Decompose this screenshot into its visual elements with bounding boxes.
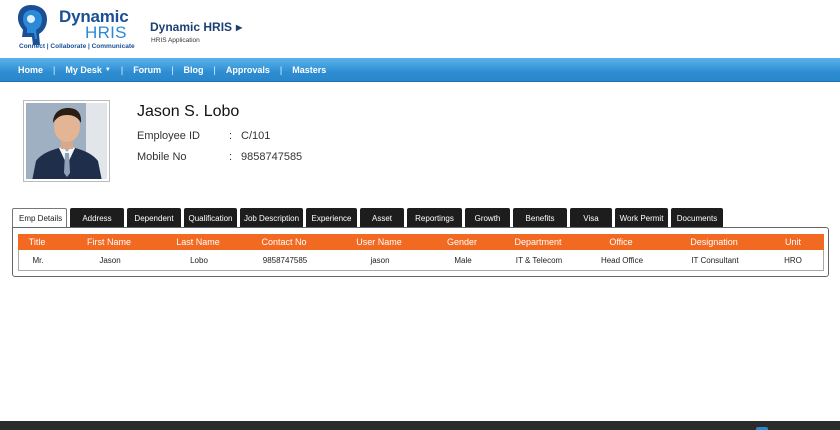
mobile-label: Mobile No (137, 151, 187, 163)
column-header-gender[interactable]: Gender (424, 237, 500, 247)
app-subtitle: HRIS Application (151, 37, 200, 44)
logo-tagline: Connect | Collaborate | Communicate (19, 43, 135, 50)
tab-qualification[interactable]: Qualification (184, 208, 237, 228)
employee-details-table: Title First Name Last Name Contact No Us… (18, 234, 824, 271)
emp-details-panel: Title First Name Last Name Contact No Us… (12, 227, 829, 277)
column-header-unit[interactable]: Unit (762, 237, 824, 247)
tab-asset[interactable]: Asset (360, 208, 404, 228)
cell-designation: IT Consultant (691, 255, 739, 265)
colon: : (229, 130, 233, 142)
nav-separator: | (279, 65, 283, 75)
tab-work-permit[interactable]: Work Permit (615, 208, 668, 228)
column-header-first-name[interactable]: First Name (56, 237, 162, 247)
cell-department: IT & Telecom (515, 255, 563, 265)
employee-id-row: Employee ID : C/101 (137, 130, 270, 142)
nav-home[interactable]: Home (18, 65, 43, 75)
mobile-row: Mobile No : 9858747585 (137, 151, 302, 163)
nav-masters[interactable]: Masters (292, 65, 326, 75)
main-nav: Home | My Desk ▼ | Forum | Blog | Approva… (0, 58, 840, 82)
cell-unit: HRO (784, 255, 802, 265)
dynamic-hris-logo[interactable]: Dynamic HRIS Connect | Collaborate | Com… (17, 4, 135, 54)
tab-emp-details[interactable]: Emp Details (12, 208, 67, 229)
cell-first-name: Jason (99, 255, 121, 265)
tab-documents[interactable]: Documents (671, 208, 723, 228)
tab-job-description[interactable]: Job Description (240, 208, 303, 228)
column-header-office[interactable]: Office (576, 237, 666, 247)
column-header-user-name[interactable]: User Name (334, 237, 424, 247)
nav-separator: | (171, 65, 174, 75)
cell-office: Head Office (600, 255, 644, 265)
cell-last-name: Lobo (190, 255, 208, 265)
cell-contact-no: 9858747585 (262, 255, 308, 265)
tab-experience[interactable]: Experience (306, 208, 357, 228)
page-footer (0, 421, 840, 430)
nav-blog[interactable]: Blog (184, 65, 204, 75)
employee-id-value: C/101 (241, 130, 271, 142)
nav-forum[interactable]: Forum (133, 65, 161, 75)
employee-photo (23, 100, 110, 182)
column-header-contact-no[interactable]: Contact No (234, 237, 334, 247)
cell-gender: Male (454, 255, 472, 265)
tab-address[interactable]: Address (70, 208, 124, 228)
logo-word-hris: HRIS (85, 23, 127, 42)
cell-title: Mr. (32, 255, 44, 265)
app-switcher[interactable]: Dynamic HRIS ▶ (150, 20, 242, 34)
nav-my-desk[interactable]: My Desk ▼ (65, 65, 110, 75)
table-row[interactable]: Mr. Jason Lobo 9858747585 jason Male IT … (18, 250, 824, 271)
tab-visa[interactable]: Visa (570, 208, 612, 228)
cell-user-name: jason (370, 255, 390, 265)
app-header: Dynamic HRIS Connect | Collaborate | Com… (0, 0, 840, 58)
column-header-title[interactable]: Title (18, 237, 56, 247)
nav-approvals[interactable]: Approvals (226, 65, 270, 75)
table-header: Title First Name Last Name Contact No Us… (18, 234, 824, 250)
column-header-designation[interactable]: Designation (666, 237, 762, 247)
employee-name: Jason S. Lobo (137, 103, 240, 120)
caret-right-icon: ▶ (236, 22, 243, 32)
colon: : (229, 151, 233, 163)
app-title: Dynamic HRIS (150, 20, 233, 34)
nav-separator: | (53, 65, 56, 75)
tab-reportings[interactable]: Reportings (407, 208, 462, 228)
column-header-last-name[interactable]: Last Name (162, 237, 234, 247)
logo-head-icon (18, 5, 47, 45)
tab-benefits[interactable]: Benefits (513, 208, 567, 228)
nav-separator: | (213, 65, 216, 75)
employee-portrait-image (26, 103, 107, 179)
column-header-department[interactable]: Department (500, 237, 576, 247)
chevron-down-icon: ▼ (104, 67, 111, 73)
tab-growth[interactable]: Growth (465, 208, 510, 228)
tab-dependent[interactable]: Dependent (127, 208, 181, 228)
mobile-value: 9858747585 (241, 151, 303, 163)
nav-separator: | (120, 65, 124, 75)
employee-id-label: Employee ID (137, 130, 200, 142)
profile-tabs: Emp Details Address Dependent Qualificat… (12, 208, 726, 229)
